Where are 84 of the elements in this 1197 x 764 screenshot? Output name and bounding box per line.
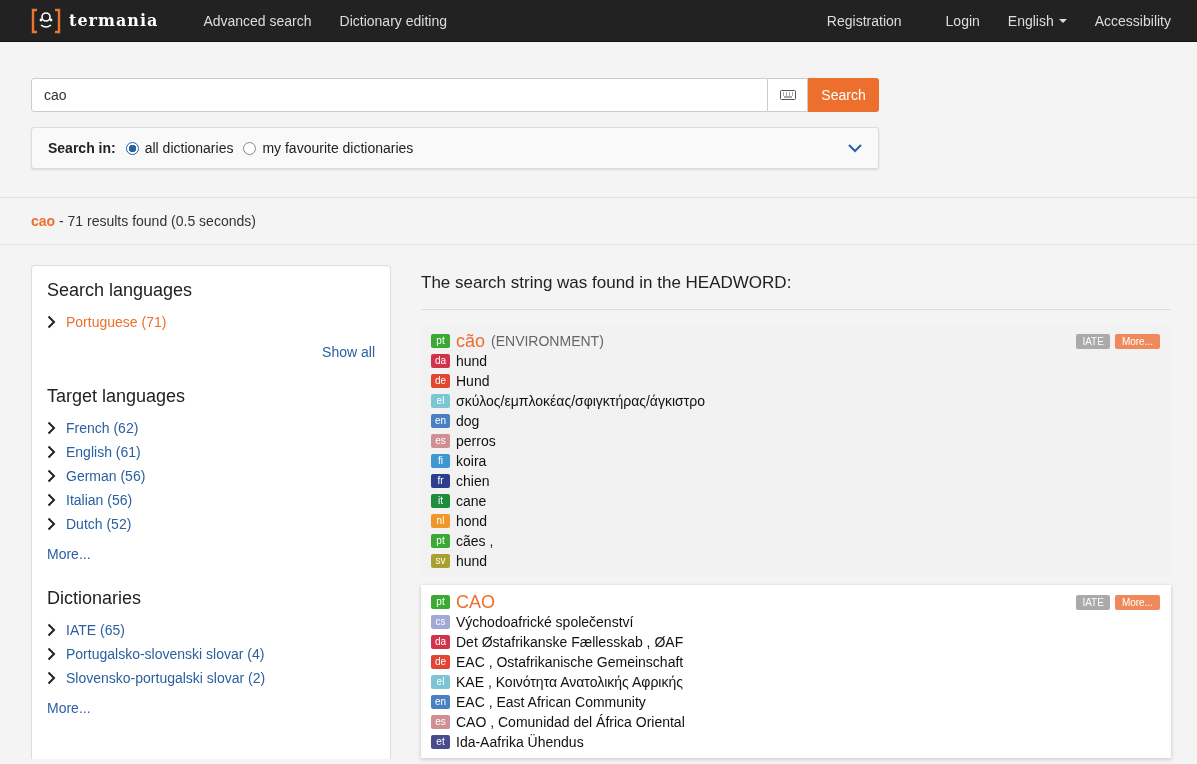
radio-label[interactable]: my favourite dictionaries	[262, 140, 414, 156]
nav-link[interactable]: English	[992, 12, 1080, 29]
scope-label: Search in:	[48, 140, 116, 156]
filter-link[interactable]: German (56)	[66, 468, 146, 484]
section-heading: Dictionaries	[47, 588, 143, 609]
translation-text: CAO , Comunidad del África Oriental	[456, 714, 685, 730]
logo-text: termania	[69, 11, 159, 30]
translation-text: Hund	[456, 373, 490, 389]
language-tag: de	[431, 374, 450, 388]
chevron-right-icon	[47, 623, 56, 637]
language-tag: de	[431, 655, 450, 669]
translation-text: KAE , Κοινότητα Ανατολικής Αφρικής	[456, 674, 683, 690]
chevron-right-icon	[47, 445, 56, 459]
chevron-right-icon	[47, 517, 56, 531]
translation-text: hund	[456, 353, 488, 369]
radio-label[interactable]: all dictionaries	[144, 140, 234, 156]
chevron-right-icon	[47, 315, 56, 329]
translation-text: σκύλος/εμπλοκέας/σφιγκτήρας/άγκιστρο	[456, 393, 705, 409]
filter-link[interactable]: IATE (65)	[66, 622, 125, 638]
language-tag: da	[431, 635, 450, 649]
radio-button[interactable]	[243, 141, 257, 155]
language-tag: el	[431, 675, 450, 689]
section-heading: Search languages	[47, 280, 194, 301]
translation-text: dog	[456, 413, 480, 429]
domain-label: (ENVIRONMENT)	[491, 333, 604, 349]
language-tag: es	[431, 434, 450, 448]
nav-link[interactable]: Accessibility	[1079, 12, 1183, 29]
translation-text: EAC , Ostafrikanische Gemeinschaft	[456, 654, 684, 670]
search-field[interactable]: cao	[31, 78, 768, 112]
language-tag: en	[431, 695, 450, 709]
results-heading: The search string was found in the HEADWORD:	[421, 265, 1171, 310]
translation-text: hond	[456, 513, 488, 529]
filter-link[interactable]: English (61)	[66, 444, 141, 460]
language-tag: en	[431, 414, 450, 428]
translation-text: perros	[456, 433, 496, 449]
translation-text: chien	[456, 473, 490, 489]
results-summary: cao - 71 results found (0.5 seconds)	[31, 213, 256, 229]
language-tag: fi	[431, 454, 450, 468]
chevron-right-icon	[47, 493, 56, 507]
translation-text: Ida-Aafrika Ühendus	[456, 734, 584, 750]
more-link[interactable]: Show all	[322, 344, 375, 364]
more-link[interactable]: More...	[47, 546, 91, 566]
logo-icon	[31, 7, 61, 34]
chevron-right-icon	[47, 421, 56, 435]
language-tag: nl	[431, 514, 450, 528]
filter-link[interactable]: Portugalsko-slovenski slovar (4)	[66, 646, 265, 662]
keyboard-icon	[779, 90, 796, 100]
chevron-right-icon	[47, 671, 56, 685]
caret-icon	[1058, 18, 1067, 23]
translation-text: hund	[456, 553, 488, 569]
nav-link[interactable]: Registration	[811, 12, 915, 29]
translation-text: cães ,	[456, 533, 494, 549]
keyboard-button[interactable]	[768, 78, 808, 112]
chevron-down-icon	[848, 143, 862, 153]
source-tag: IATE	[1076, 333, 1110, 349]
translation-text: cane	[456, 493, 487, 509]
nav-link[interactable]: Dictionary editing	[324, 12, 460, 29]
nav-link[interactable]: Login	[930, 12, 993, 29]
more-link[interactable]: More...	[47, 700, 91, 720]
language-tag: el	[431, 394, 450, 408]
filter-link[interactable]: Dutch (52)	[66, 516, 132, 532]
translation-text: koira	[456, 453, 487, 469]
language-tag: sv	[431, 554, 450, 568]
filter-link[interactable]: French (62)	[66, 420, 139, 436]
translation-text: EAC , East African Community	[456, 694, 646, 710]
chevron-right-icon	[47, 647, 56, 661]
language-tag: et	[431, 735, 450, 749]
filter-link[interactable]: Italian (56)	[66, 492, 133, 508]
language-tag: pt	[431, 595, 450, 609]
source-tag: IATE	[1076, 594, 1110, 610]
language-tag: pt	[431, 534, 450, 548]
language-tag: es	[431, 715, 450, 729]
translation-text: Východoafrické společenství	[456, 614, 634, 630]
nav-link[interactable]: Advanced search	[188, 12, 325, 29]
language-tag: cs	[431, 615, 450, 629]
section-heading: Target languages	[47, 386, 187, 407]
chevron-right-icon	[47, 469, 56, 483]
radio-button[interactable]	[125, 141, 139, 155]
language-tag: it	[431, 494, 450, 508]
language-tag: fr	[431, 474, 450, 488]
language-tag: pt	[431, 334, 450, 348]
filter-link[interactable]: Slovensko-portugalski slovar (2)	[66, 670, 266, 686]
language-tag: da	[431, 354, 450, 368]
translation-text: Det Østafrikanske Fællesskab , ØAF	[456, 634, 684, 650]
